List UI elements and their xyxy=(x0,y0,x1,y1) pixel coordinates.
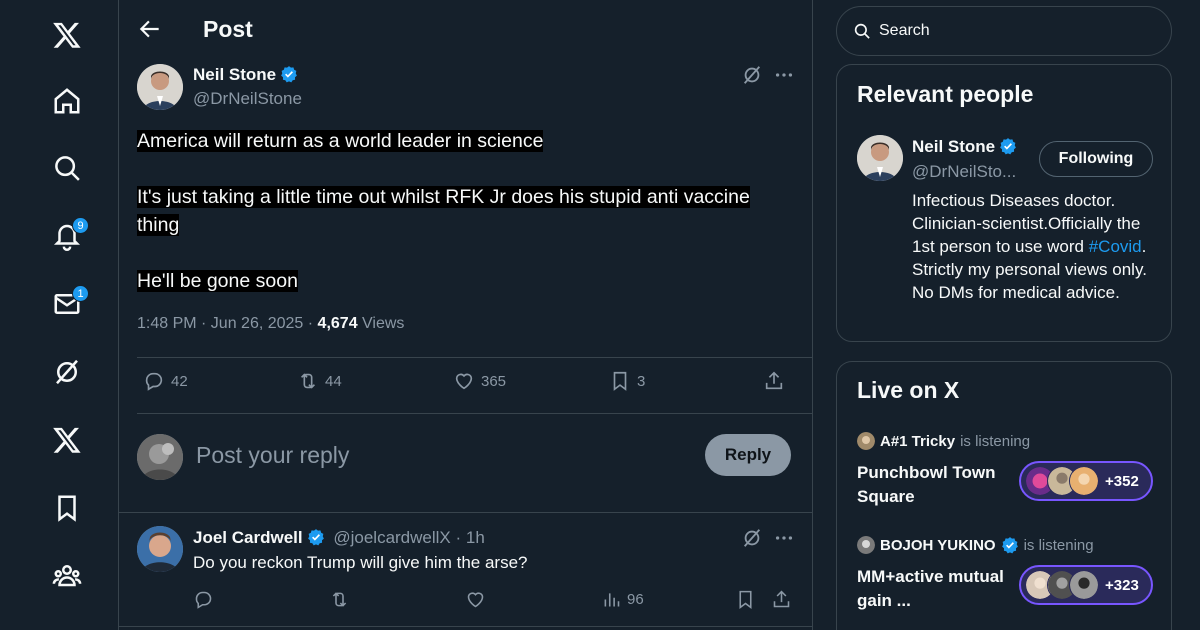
bookmark-icon[interactable] xyxy=(42,483,92,533)
space-participants[interactable]: +352 xyxy=(1019,461,1153,501)
verified-badge-icon xyxy=(1001,537,1018,554)
bookmark-icon xyxy=(613,371,627,391)
space-title[interactable]: Punchbowl Town Square xyxy=(857,461,1017,509)
following-button[interactable]: Following xyxy=(1039,141,1153,177)
messages-badge: 1 xyxy=(72,285,89,302)
x-logo-icon[interactable] xyxy=(42,10,92,60)
bell-icon[interactable]: 9 xyxy=(42,211,92,261)
home-icon[interactable] xyxy=(42,76,92,126)
post-actions: 42 44 365 3 xyxy=(137,370,797,400)
share-action[interactable] xyxy=(763,370,785,392)
repost-action[interactable] xyxy=(329,589,350,610)
participant-count: +323 xyxy=(1105,576,1139,594)
reply-author-avatar[interactable] xyxy=(137,526,183,572)
page-title: Post xyxy=(203,16,253,42)
relevant-people-card: Relevant people Neil Stone @DrNeilSto...… xyxy=(836,64,1172,342)
more-options-icon[interactable] xyxy=(773,527,795,549)
views-count: 4,674 xyxy=(317,315,358,332)
reply-text: Do you reckon Trump will give him the ar… xyxy=(193,553,528,572)
share-icon xyxy=(773,590,790,608)
bookmark-action[interactable] xyxy=(735,589,756,610)
grok-icon[interactable] xyxy=(741,64,763,86)
person-avatar[interactable] xyxy=(857,135,903,181)
reply-composer: Post your reply Reply xyxy=(119,414,813,512)
reply-action[interactable]: 42 xyxy=(143,370,188,392)
search-box[interactable] xyxy=(836,6,1172,56)
search-icon[interactable] xyxy=(42,143,92,193)
author-name[interactable]: Neil Stone xyxy=(193,65,298,85)
back-arrow-icon[interactable] xyxy=(137,16,163,42)
post-header: Post xyxy=(119,0,812,60)
main-column: Post Neil Stone @DrNeilStone America wil… xyxy=(119,0,813,630)
post-paragraph: He'll be gone soon xyxy=(137,270,298,292)
post-paragraph: America will return as a world leader in… xyxy=(137,130,544,152)
verified-badge-icon xyxy=(307,529,324,546)
grok-icon[interactable] xyxy=(741,527,763,549)
hashtag-link[interactable]: #Covid xyxy=(1089,237,1142,256)
person-handle[interactable]: @DrNeilSto... xyxy=(912,162,1016,182)
listener-avatar xyxy=(857,536,875,554)
post-text: America will return as a world leader in… xyxy=(137,127,797,323)
bookmark-action[interactable]: 3 xyxy=(609,370,645,392)
notifications-badge: 9 xyxy=(72,217,89,234)
communities-icon[interactable] xyxy=(42,550,92,600)
participant-count: +352 xyxy=(1105,472,1139,490)
search-icon xyxy=(854,23,870,39)
divider xyxy=(119,626,813,627)
participant-avatar xyxy=(1069,570,1099,600)
views-action[interactable]: 96 xyxy=(601,589,644,610)
live-on-x-card: Live on X A#1 Tricky is listening Punchbo… xyxy=(836,361,1172,630)
post-timestamp: 1:48 PM · Jun 26, 2025 · 4,674 Views xyxy=(137,315,405,332)
like-action[interactable]: 365 xyxy=(453,370,506,392)
search-input[interactable] xyxy=(879,22,1139,40)
reply-icon xyxy=(145,372,163,391)
card-title: Relevant people xyxy=(857,81,1034,107)
analytics-icon xyxy=(604,593,620,607)
share-action[interactable] xyxy=(771,589,792,610)
space-participants[interactable]: +323 xyxy=(1019,565,1153,605)
verified-badge-icon xyxy=(281,66,297,83)
repost-icon xyxy=(300,373,316,389)
listener-avatar xyxy=(857,432,875,450)
space-listener[interactable]: BOJOH YUKINO is listening xyxy=(857,536,1094,554)
share-icon xyxy=(765,371,783,390)
post-paragraph: It's just taking a little time out whils… xyxy=(137,186,750,236)
left-nav: 9 1 xyxy=(0,0,119,630)
reply-author: Joel Cardwell @joelcardwellX · 1h xyxy=(193,528,485,547)
repost-icon xyxy=(332,592,347,607)
person-bio: Infectious Diseases doctor. Clinician-sc… xyxy=(912,191,1147,302)
repost-action[interactable]: 44 xyxy=(297,370,342,392)
x-premium-icon[interactable] xyxy=(42,415,92,465)
bookmark-icon xyxy=(739,590,752,609)
reply-button[interactable]: Reply xyxy=(705,434,791,476)
card-title: Live on X xyxy=(857,377,960,403)
author-handle[interactable]: @DrNeilStone xyxy=(193,89,302,109)
author-avatar[interactable] xyxy=(137,64,183,110)
reply-tweet[interactable]: Joel Cardwell @joelcardwellX · 1h Do you… xyxy=(119,513,813,630)
reply-action[interactable] xyxy=(193,589,214,610)
heart-icon xyxy=(455,373,473,390)
person-name[interactable]: Neil Stone xyxy=(912,137,1017,157)
more-options-icon[interactable] xyxy=(773,64,795,86)
grok-icon[interactable] xyxy=(42,347,92,397)
verified-badge-icon xyxy=(1000,138,1016,155)
reply-icon xyxy=(195,591,212,609)
reply-input[interactable]: Post your reply xyxy=(196,442,349,469)
participant-avatar xyxy=(1069,466,1099,496)
my-avatar[interactable] xyxy=(137,434,183,480)
mail-icon[interactable]: 1 xyxy=(42,279,92,329)
space-listener[interactable]: A#1 Tricky is listening xyxy=(857,432,1030,450)
heart-icon xyxy=(467,592,484,608)
divider xyxy=(137,357,813,358)
reply-actions: 96 xyxy=(193,589,803,613)
like-action[interactable] xyxy=(465,589,486,610)
space-title[interactable]: MM+active mutual gain ... xyxy=(857,565,1017,613)
